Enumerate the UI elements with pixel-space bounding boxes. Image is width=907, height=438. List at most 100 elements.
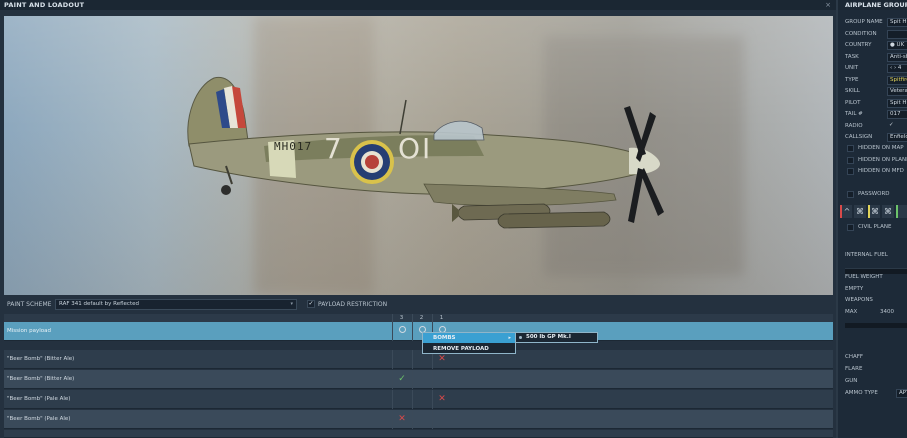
hidden-on-mfd-checkbox[interactable] — [847, 168, 854, 175]
checkbox-label: HIDDEN ON MAP — [858, 145, 904, 151]
pylon-cell[interactable] — [412, 390, 431, 409]
status-icon[interactable] — [896, 205, 907, 218]
condition-input[interactable] — [887, 30, 907, 39]
pylon-cell[interactable] — [392, 390, 411, 409]
pylon-column-2[interactable]: 2 — [412, 314, 430, 322]
aircraft-letter-left: 7 — [324, 132, 342, 165]
paint-scheme-label: PAINT SCHEME — [7, 301, 52, 308]
ammo-type-label: AMMO TYPE — [845, 390, 878, 396]
pilot-input[interactable]: Spit Hu — [887, 99, 907, 108]
pylon-column-3[interactable]: 3 — [392, 314, 410, 322]
check-icon[interactable]: ✓ — [392, 370, 411, 389]
panel-title: AIRPLANE GROUP — [845, 1, 907, 9]
table-row[interactable] — [4, 430, 833, 438]
password-checkbox[interactable] — [847, 191, 854, 198]
pylon-cell[interactable] — [392, 322, 411, 341]
pylon-slot-icon — [398, 326, 406, 333]
paint-scheme-select[interactable]: RAF 341 default by Reflected ▾ — [55, 299, 297, 310]
payload-restriction-checkbox[interactable]: ✓ — [307, 300, 315, 308]
field-label: TAIL # — [845, 111, 863, 117]
field-label: RADIO — [845, 123, 863, 129]
unit-stepper[interactable]: ‹ › 4 — [887, 64, 907, 73]
app-window: PAINT AND LOADOUT × MH017 7 OI PAINT SCH… — [0, 0, 907, 438]
close-icon[interactable]: × — [825, 0, 831, 10]
chevron-up-icon[interactable]: ^ — [840, 205, 852, 218]
hidden-on-map-checkbox[interactable] — [847, 145, 854, 152]
aircraft-state-icons: ^ ⌘ ⌘ ⌘ — [840, 205, 907, 218]
ammo-type-select[interactable]: APT — [896, 389, 907, 398]
country-select[interactable]: ● UK — [887, 41, 907, 50]
pylon-header: 3 2 1 — [4, 314, 833, 322]
hidden-on-planner-checkbox[interactable] — [847, 157, 854, 164]
field-label: COUNTRY — [845, 42, 872, 48]
airplane-group-panel: AIRPLANE GROUP GROUP NAME Spit Hu CONDIT… — [836, 0, 907, 438]
menu-item-label: BOMBS — [433, 335, 456, 341]
menu-item-bombs[interactable]: BOMBS ▸ — [423, 333, 515, 343]
table-row[interactable]: "Beer Bomb" (Pale Ale) ✕ — [4, 390, 833, 409]
pylon-cell[interactable] — [432, 370, 451, 389]
payload-restriction-label: PAYLOAD RESTRICTION — [318, 301, 388, 308]
table-row[interactable]: "Beer Bomb" (Pale Ale) ✕ — [4, 410, 833, 429]
field-label: CALLSIGN — [845, 134, 873, 140]
table-row-mission-payload[interactable]: Mission payload — [4, 322, 833, 341]
max-weight-value: 3400 — [880, 309, 894, 315]
row-name: "Beer Bomb" (Bitter Ale) — [7, 376, 75, 382]
panel-titlebar: PAINT AND LOADOUT × — [0, 0, 836, 10]
field-label: SKILL — [845, 88, 860, 94]
aircraft-preview[interactable]: MH017 7 OI — [4, 16, 833, 295]
paint-loadout-panel: PAINT AND LOADOUT × MH017 7 OI PAINT SCH… — [0, 0, 836, 438]
checkbox-label: HIDDEN ON MFD — [858, 168, 904, 174]
submenu-item-500lb-gp[interactable]: 500 lb GP Mk.I — [515, 332, 598, 343]
civil-plane-label: CIVIL PLANE — [858, 224, 892, 230]
row-separator — [4, 341, 833, 349]
flare-label: FLARE — [845, 366, 863, 372]
pylon-cell[interactable] — [412, 410, 431, 429]
row-name: "Beer Bomb" (Bitter Ale) — [7, 356, 75, 362]
payload-context-menu: BOMBS ▸ REMOVE PAYLOAD — [422, 332, 516, 354]
crossed-arrows-icon[interactable]: ⌘ — [882, 205, 894, 218]
weapons-label: WEAPONS — [845, 297, 873, 303]
unavailable-icon[interactable]: ✕ — [392, 410, 411, 429]
field-label: CONDITION — [845, 31, 877, 37]
table-row[interactable]: "Beer Bomb" (Bitter Ale) ✓ — [4, 370, 833, 389]
internal-fuel-label: INTERNAL FUEL — [845, 252, 888, 258]
row-name: Mission payload — [7, 328, 52, 334]
pylon-cell[interactable] — [412, 370, 431, 389]
pylon-cell[interactable] — [392, 350, 411, 369]
pylon-cell[interactable] — [432, 410, 451, 429]
chaff-label: CHAFF — [845, 354, 864, 360]
field-label: TYPE — [845, 77, 859, 83]
field-label: PILOT — [845, 100, 861, 106]
field-label: GROUP NAME — [845, 19, 883, 25]
callsign-select[interactable]: Enfield — [887, 133, 907, 142]
group-name-input[interactable]: Spit Hu — [887, 18, 907, 27]
paint-toolbar: PAINT SCHEME RAF 341 default by Reflecte… — [0, 298, 836, 312]
tail-number-input[interactable]: 017 — [887, 110, 907, 119]
panel-title: PAINT AND LOADOUT — [4, 1, 85, 9]
skill-select[interactable]: Vetera — [887, 87, 907, 96]
weight-slider[interactable] — [845, 323, 907, 328]
row-name: "Beer Bomb" (Pale Ale) — [7, 416, 71, 422]
task-select[interactable]: Anti-sh — [887, 53, 907, 62]
type-select[interactable]: Spitfire — [887, 76, 907, 85]
aircraft-code-marking: MH017 — [274, 140, 313, 153]
gun-label: GUN — [845, 378, 858, 384]
password-label: PASSWORD — [858, 191, 890, 197]
crossed-arrows-icon[interactable]: ⌘ — [868, 205, 880, 218]
unavailable-icon[interactable]: ✕ — [432, 390, 451, 409]
chevron-right-icon: ▸ — [508, 335, 511, 341]
submenu-item-label: 500 lb GP Mk.I — [526, 334, 571, 340]
civil-plane-checkbox[interactable] — [847, 224, 854, 231]
table-row[interactable]: "Beer Bomb" (Bitter Ale) ✕ — [4, 350, 833, 369]
max-label: MAX — [845, 309, 858, 315]
pylon-column-1[interactable]: 1 — [432, 314, 450, 322]
paint-scheme-value: RAF 341 default by Reflected — [59, 301, 139, 307]
radio-checkbox[interactable]: ✓ — [887, 122, 907, 131]
menu-item-label: REMOVE PAYLOAD — [433, 346, 489, 352]
row-name: "Beer Bomb" (Pale Ale) — [7, 396, 71, 402]
menu-item-remove-payload[interactable]: REMOVE PAYLOAD — [423, 344, 515, 354]
crossed-arrows-icon[interactable]: ⌘ — [854, 205, 866, 218]
aircraft-letter-right: OI — [398, 132, 433, 165]
empty-label: EMPTY — [845, 286, 864, 292]
field-label: TASK — [845, 54, 859, 60]
